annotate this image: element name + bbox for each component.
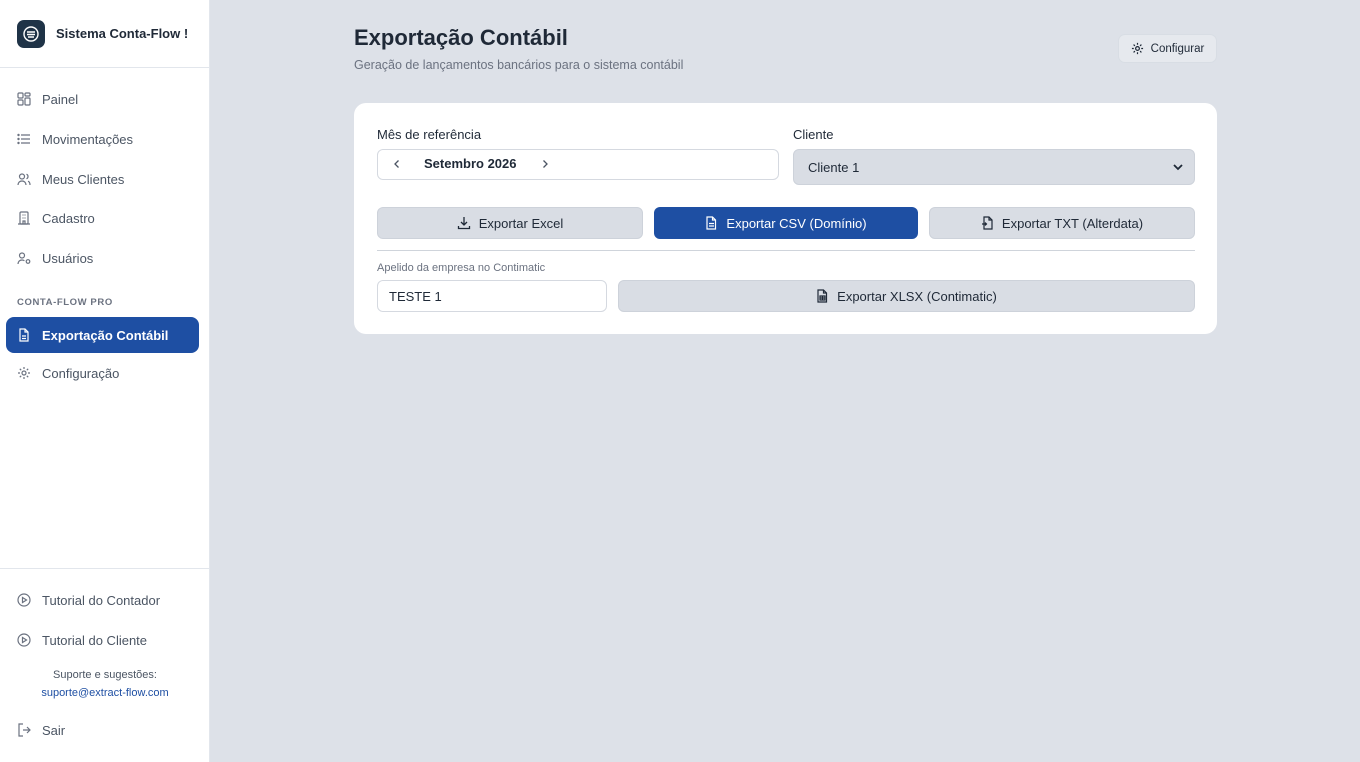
sidebar-item-usuarios[interactable]: Usuários [6,240,199,276]
logout-label: Sair [42,722,66,738]
configure-label: Configurar [1150,42,1205,55]
month-label: Mês de referência [377,127,482,142]
nickname-input[interactable]: TESTE 1 [377,280,607,312]
sidebar-item-label: Usuários [42,250,94,266]
client-label: Cliente [793,127,834,142]
sidebar-item-cadastro[interactable]: Cadastro [6,200,199,236]
logo-icon [17,19,45,48]
sidebar: Sistema Conta-Flow ! Painel Movimentaçõe… [0,0,210,762]
file-text-icon [705,216,718,230]
sidebar-item-exportacao-contabil[interactable]: Exportação Contábil [6,317,199,353]
chevron-left-icon[interactable] [389,156,405,172]
brand: Sistema Conta-Flow ! [0,0,210,68]
file-export-icon [981,216,994,230]
sidebar-item-label: Configuração [42,365,120,381]
sidebar-item-tutorial-cliente[interactable]: Tutorial do Cliente [6,622,199,658]
export-xlsx-button[interactable]: Exportar XLSX (Contimatic) [618,280,1195,312]
sidebar-item-label: Meus Clientes [42,171,125,187]
sidebar-item-label: Exportação Contábil [42,327,169,343]
file-export-icon [17,328,31,342]
user-settings-icon [17,251,31,265]
sidebar-item-label: Cadastro [42,210,95,226]
chevron-right-icon[interactable] [537,156,553,172]
page-subtitle: Geração de lançamentos bancários para o … [354,58,684,72]
list-icon [17,132,31,146]
client-select[interactable]: Cliente 1 [793,149,1195,185]
app-title: Sistema Conta-Flow ! [56,26,189,41]
client-select-value: Cliente 1 [808,159,860,175]
sidebar-item-painel[interactable]: Painel [6,81,199,117]
export-txt-label: Exportar TXT (Alterdata) [1001,215,1144,231]
play-circle-icon [17,633,31,647]
sidebar-item-movimentacoes[interactable]: Movimentações [6,121,199,157]
sidebar-item-meus-clientes[interactable]: Meus Clientes [6,161,199,197]
dashboard-icon [17,92,31,106]
logout-button[interactable]: Sair [6,712,199,748]
support-label: Suporte e sugestões: [53,669,157,681]
page-title: Exportação Contábil [354,25,568,50]
logout-icon [17,723,31,737]
sidebar-item-tutorial-contador[interactable]: Tutorial do Contador [6,582,199,618]
users-icon [17,172,31,186]
export-excel-label: Exportar Excel [478,215,564,231]
gear-icon [1131,42,1144,55]
export-xlsx-label: Exportar XLSX (Contimatic) [837,288,997,304]
download-icon [457,216,471,230]
divider [377,250,1195,251]
section-label: CONTA-FLOW PRO [17,297,113,308]
sidebar-item-label: Painel [42,91,79,107]
nickname-label: Apelido da empresa no Contimatic [377,262,546,274]
export-csv-button[interactable]: Exportar CSV (Domínio) [654,207,918,239]
chevron-down-icon [1172,161,1184,173]
month-value: Setembro 2026 [424,156,517,171]
sidebar-item-label: Tutorial do Contador [42,592,161,608]
building-icon [17,211,31,225]
export-csv-label: Exportar CSV (Domínio) [726,215,867,231]
file-spreadsheet-icon [816,289,829,303]
sidebar-item-label: Movimentações [42,131,134,147]
sidebar-item-label: Tutorial do Cliente [42,632,148,648]
gear-icon [17,366,31,380]
export-txt-button[interactable]: Exportar TXT (Alterdata) [929,207,1195,239]
sidebar-item-configuracao[interactable]: Configuração [6,355,199,391]
export-excel-button[interactable]: Exportar Excel [377,207,643,239]
play-circle-icon [17,593,31,607]
support-email-link[interactable]: suporte@extract-flow.com [0,687,210,699]
configure-button[interactable]: Configurar [1118,34,1217,63]
